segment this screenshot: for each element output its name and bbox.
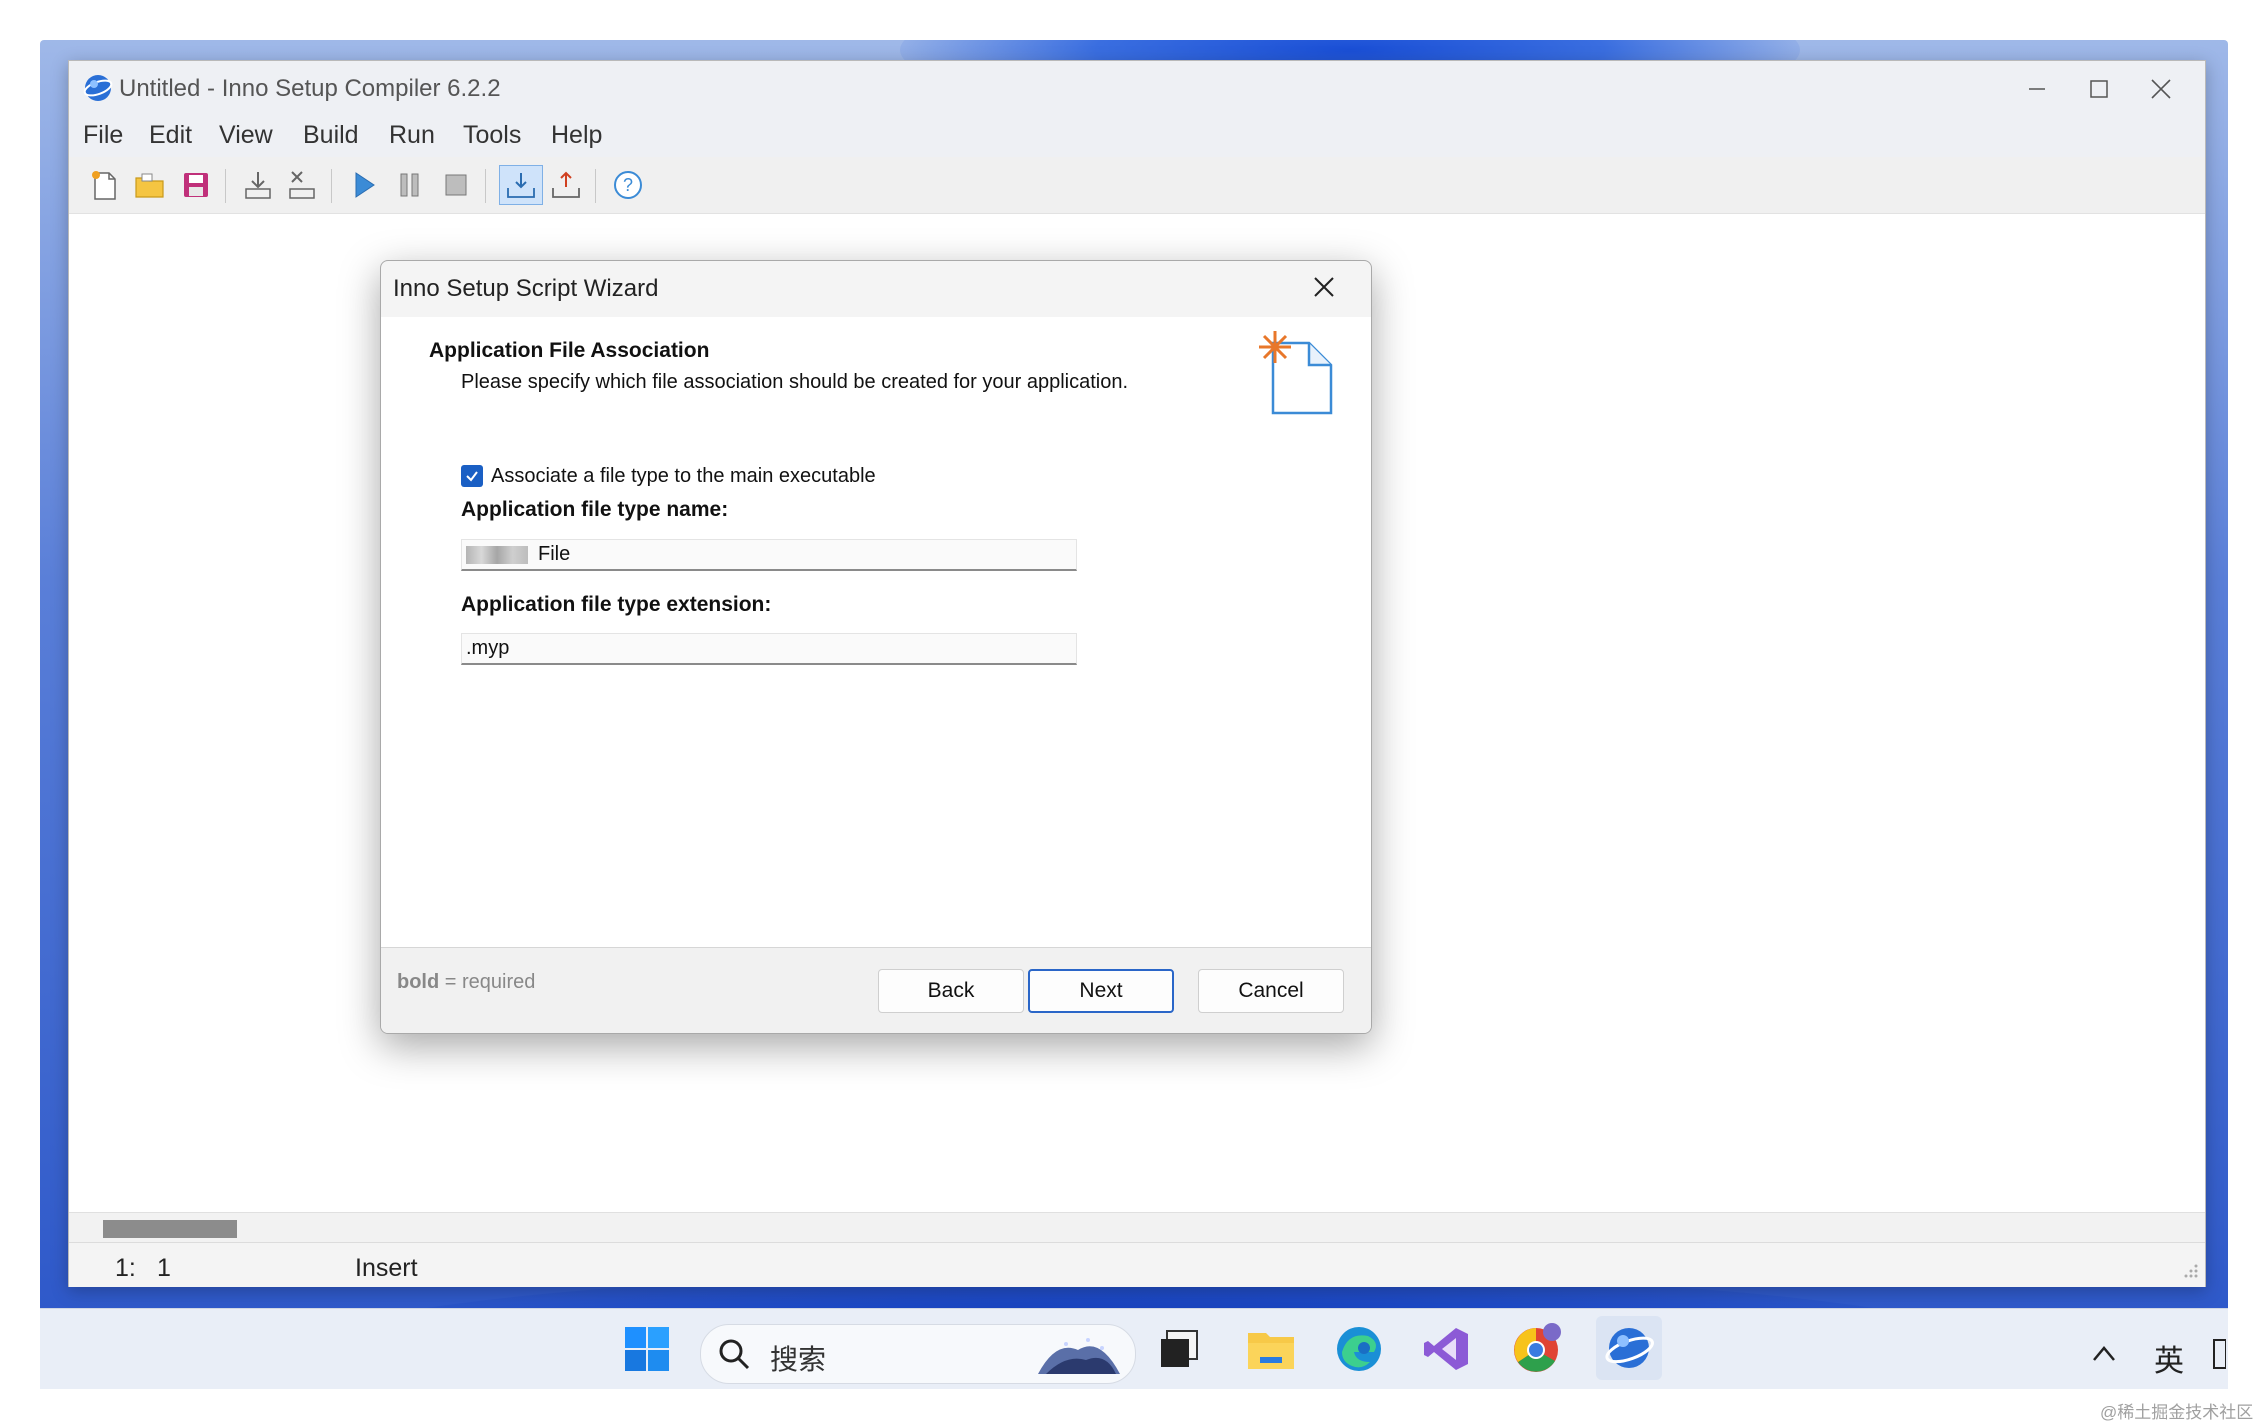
search-placeholder: 搜索 xyxy=(770,1344,827,1375)
dialog-close-button[interactable] xyxy=(1299,267,1349,307)
close-icon xyxy=(1314,277,1334,297)
new-document-wizard-icon xyxy=(1259,331,1333,415)
minimize-button[interactable] xyxy=(2007,71,2067,107)
menu-build[interactable]: Build xyxy=(303,121,359,150)
menu-view[interactable]: View xyxy=(219,121,273,150)
menu-file[interactable]: File xyxy=(83,121,123,150)
task-view-icon xyxy=(1161,1330,1198,1367)
minimize-icon xyxy=(2029,88,2045,90)
chevron-up-icon[interactable] xyxy=(2090,1340,2118,1368)
stop-icon xyxy=(445,174,467,196)
battery-icon[interactable] xyxy=(2212,1338,2226,1372)
target-uninstall-icon xyxy=(552,171,580,198)
menu-edit[interactable]: Edit xyxy=(149,121,192,150)
help-button[interactable]: ? xyxy=(609,165,647,205)
edge-icon xyxy=(1337,1327,1381,1371)
inno-setup-taskbar-button[interactable] xyxy=(1596,1316,1662,1380)
stop-compile-icon xyxy=(289,171,315,199)
target-setup-button[interactable] xyxy=(499,165,543,205)
section-subtitle: Please specify which file association sh… xyxy=(461,371,1129,393)
windows-start-icon xyxy=(625,1327,669,1371)
horizontal-scrollbar[interactable] xyxy=(69,1212,2205,1243)
search-highlight-image xyxy=(1038,1338,1120,1374)
search-icon xyxy=(719,1339,750,1370)
next-button[interactable]: Next xyxy=(1028,969,1174,1013)
toolbar xyxy=(69,157,2205,214)
target-uninstall-button[interactable] xyxy=(547,165,585,205)
ime-indicator[interactable]: 英 xyxy=(2154,1336,2184,1380)
save-button[interactable] xyxy=(177,165,215,205)
status-line: 1: xyxy=(115,1254,136,1282)
required-legend-text: = required xyxy=(444,971,536,993)
associate-file-type-checkbox[interactable] xyxy=(461,465,483,487)
menu-help[interactable]: Help xyxy=(551,121,602,150)
checkmark-icon xyxy=(466,471,478,482)
stop-button[interactable] xyxy=(437,165,475,205)
required-legend: bold = required xyxy=(397,971,535,994)
new-file-button[interactable] xyxy=(85,165,123,205)
required-legend-bold: bold xyxy=(397,971,440,993)
file-type-extension-input[interactable]: .myp xyxy=(461,633,1077,665)
dialog-body xyxy=(381,317,1371,947)
toolbar-separator xyxy=(225,169,226,203)
pause-button[interactable] xyxy=(391,165,429,205)
visual-studio-button[interactable] xyxy=(1418,1320,1476,1378)
visual-studio-icon xyxy=(1424,1328,1468,1370)
pause-icon xyxy=(400,173,419,197)
inno-setup-icon xyxy=(1605,1328,1654,1368)
file-explorer-button[interactable] xyxy=(1242,1320,1300,1378)
status-insert-mode: Insert xyxy=(355,1254,418,1282)
cancel-button[interactable]: Cancel xyxy=(1198,969,1344,1013)
file-type-name-input[interactable]: File xyxy=(461,539,1077,571)
svg-text:?: ? xyxy=(623,175,633,195)
inno-setup-app-icon xyxy=(83,75,113,101)
dialog-title: Inno Setup Script Wizard xyxy=(393,275,659,302)
menu-tools[interactable]: Tools xyxy=(463,121,521,150)
file-explorer-icon xyxy=(1248,1333,1294,1369)
close-icon xyxy=(2151,79,2171,99)
file-type-extension-label: Application file type extension: xyxy=(461,593,772,616)
open-file-button[interactable] xyxy=(131,165,169,205)
file-type-name-label: Application file type name: xyxy=(461,498,729,521)
menu-run[interactable]: Run xyxy=(389,121,435,150)
title-bar[interactable]: Untitled - Inno Setup Compiler 6.2.2 xyxy=(69,61,2205,117)
compile-icon xyxy=(245,172,271,199)
stop-compile-button[interactable] xyxy=(283,165,321,205)
chrome-button[interactable] xyxy=(1508,1320,1566,1378)
section-title: Application File Association xyxy=(429,339,710,362)
back-button[interactable]: Back xyxy=(878,969,1024,1013)
close-button[interactable] xyxy=(2131,71,2191,107)
run-icon xyxy=(355,172,375,198)
start-button[interactable] xyxy=(618,1320,676,1378)
status-column: 1 xyxy=(157,1254,171,1282)
open-folder-icon xyxy=(135,173,164,198)
target-setup-icon xyxy=(507,173,535,198)
compile-button[interactable] xyxy=(239,165,277,205)
associate-file-type-label[interactable]: Associate a file type to the main execut… xyxy=(491,465,876,488)
resize-grip-icon[interactable] xyxy=(2181,1261,2199,1279)
toolbar-separator xyxy=(485,169,486,203)
file-type-name-value: File xyxy=(538,543,571,565)
chrome-icon xyxy=(1514,1323,1561,1372)
run-button[interactable] xyxy=(345,165,383,205)
toolbar-separator xyxy=(331,169,332,203)
task-view-button[interactable] xyxy=(1150,1320,1208,1378)
toolbar-separator xyxy=(595,169,596,203)
edge-button[interactable] xyxy=(1330,1320,1388,1378)
scrollbar-thumb[interactable] xyxy=(103,1220,237,1238)
watermark: @稀土掘金技术社区 xyxy=(2100,1403,2254,1422)
maximize-button[interactable] xyxy=(2069,71,2129,107)
save-icon xyxy=(184,173,208,197)
script-wizard-dialog: Inno Setup Script Wizard Application Fil… xyxy=(380,260,1372,1034)
redacted-text xyxy=(466,545,528,564)
maximize-icon xyxy=(2090,80,2108,98)
file-type-extension-value: .myp xyxy=(466,637,510,659)
window-title: Untitled - Inno Setup Compiler 6.2.2 xyxy=(119,75,501,102)
new-file-icon xyxy=(92,171,116,200)
help-icon: ? xyxy=(614,171,642,199)
